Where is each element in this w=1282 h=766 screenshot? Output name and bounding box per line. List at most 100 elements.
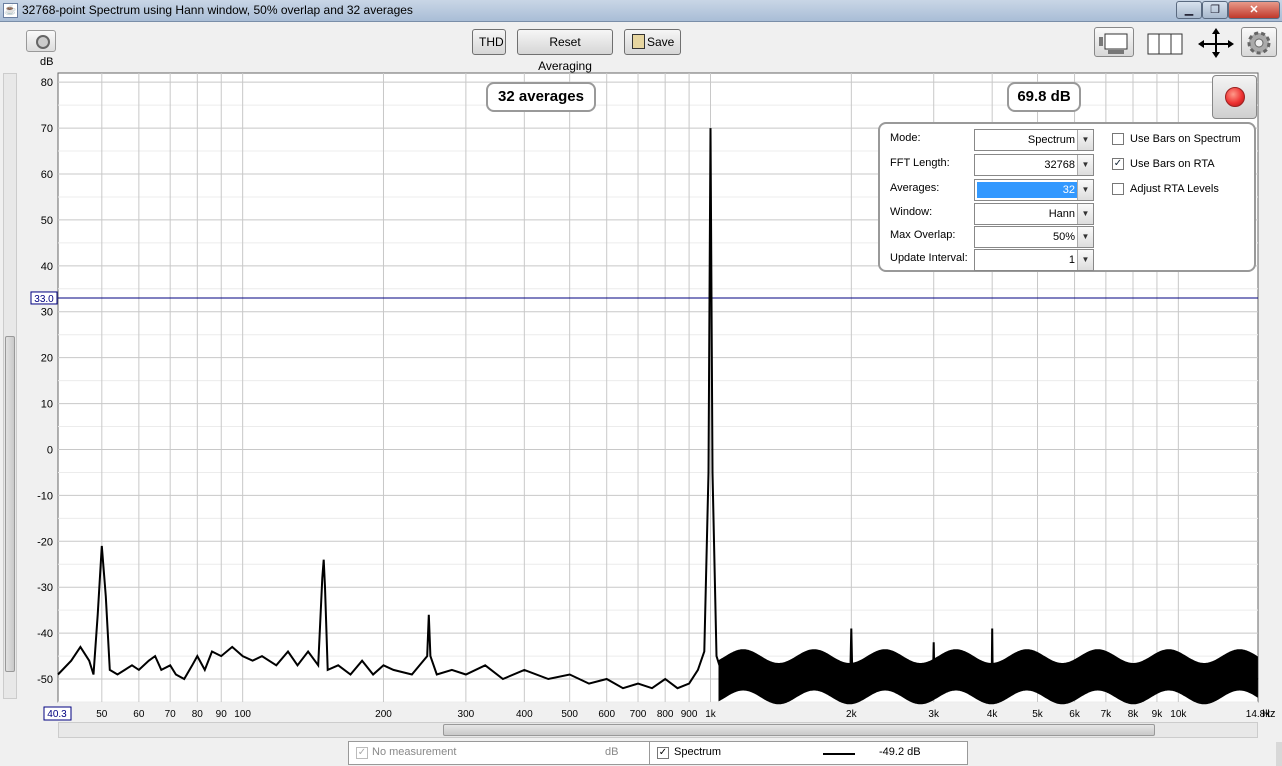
mode-label: Mode: bbox=[890, 132, 921, 144]
averages-select[interactable]: 32 ▼ bbox=[974, 179, 1094, 201]
window-title: 32768-point Spectrum using Hann window, … bbox=[22, 3, 413, 17]
max-overlap-value: 50% bbox=[1052, 231, 1075, 243]
y-tick-label: -10 bbox=[37, 490, 53, 502]
x-tick-label: 500 bbox=[561, 709, 578, 720]
spectrum-value: -49.2 dB bbox=[879, 746, 921, 758]
x-tick-labels: 50 60 70 80 90 100 200 300 400 500 600 700 800 900 1k 2… bbox=[96, 709, 1271, 720]
window-label: Window: bbox=[890, 206, 933, 218]
fft-length-row: FFT Length: 32768 ▼ bbox=[880, 154, 1100, 176]
x-tick-label: 7k bbox=[1101, 709, 1113, 720]
graph-layout-glyph bbox=[1099, 33, 1128, 54]
save-button[interactable]: Save bbox=[624, 29, 681, 55]
averages-value[interactable]: 32 bbox=[977, 182, 1077, 198]
x-start-label: 40.3 bbox=[47, 709, 67, 720]
chevron-down-icon[interactable]: ▼ bbox=[1077, 227, 1093, 247]
checkbox-box[interactable] bbox=[1112, 183, 1124, 195]
vertical-scroll-thumb[interactable] bbox=[5, 336, 15, 672]
x-tick-label: 60 bbox=[133, 709, 145, 720]
mode-select[interactable]: Spectrum ▼ bbox=[974, 129, 1094, 151]
max-overlap-select[interactable]: 50% ▼ bbox=[974, 226, 1094, 248]
fft-length-label: FFT Length: bbox=[890, 157, 950, 169]
update-interval-row: Update Interval: 1 ▼ bbox=[880, 249, 1100, 271]
spectrum-line-swatch bbox=[823, 753, 855, 755]
chevron-down-icon[interactable]: ▼ bbox=[1077, 130, 1093, 150]
checkbox-box[interactable]: ✓ bbox=[1112, 158, 1124, 170]
no-measurement-checkbox[interactable]: ✓ bbox=[356, 747, 368, 759]
fft-length-select[interactable]: 32768 ▼ bbox=[974, 154, 1094, 176]
x-tick-label: 700 bbox=[630, 709, 647, 720]
toolbar: THD Reset Averaging Save bbox=[0, 22, 1282, 73]
gear-glyph bbox=[1247, 31, 1271, 55]
chevron-down-icon[interactable]: ▼ bbox=[1077, 250, 1093, 270]
record-button[interactable] bbox=[1212, 75, 1257, 119]
use-bars-spectrum-label: Use Bars on Spectrum bbox=[1130, 133, 1241, 145]
y-tick-label: 10 bbox=[41, 399, 53, 411]
gear-icon[interactable] bbox=[1241, 27, 1277, 57]
chevron-down-icon[interactable]: ▼ bbox=[1077, 155, 1093, 175]
no-measurement-label: No measurement bbox=[372, 746, 457, 758]
x-tick-label: 70 bbox=[165, 709, 177, 720]
vertical-scrollbar[interactable] bbox=[3, 73, 17, 699]
horizontal-scroll-thumb[interactable] bbox=[443, 724, 1155, 736]
y-tick-label: 60 bbox=[41, 169, 53, 181]
x-tick-label: 5k bbox=[1032, 709, 1044, 720]
window-select[interactable]: Hann ▼ bbox=[974, 203, 1094, 225]
y-tick-label: 70 bbox=[41, 123, 53, 135]
adjust-rta-levels-label: Adjust RTA Levels bbox=[1130, 183, 1219, 195]
graph-layout-icon[interactable] bbox=[1094, 27, 1134, 57]
title-bar: ☕ 32768-point Spectrum using Hann window… bbox=[0, 0, 1282, 22]
save-label: Save bbox=[647, 35, 675, 49]
x-tick-label: 300 bbox=[458, 709, 475, 720]
settings-panel: Mode: Spectrum ▼ FFT Length: 32768 ▼ Avera… bbox=[878, 122, 1256, 272]
horizontal-scrollbar[interactable] bbox=[58, 722, 1258, 738]
y-tick-label: -20 bbox=[37, 536, 53, 548]
y-tick-label: 40 bbox=[41, 261, 53, 273]
y-tick-label: -40 bbox=[37, 628, 53, 640]
checkbox-box[interactable] bbox=[1112, 133, 1124, 145]
x-tick-label: 8k bbox=[1128, 709, 1140, 720]
legend-divider bbox=[649, 742, 650, 764]
x-tick-label: 100 bbox=[234, 709, 251, 720]
close-button[interactable]: ✕ bbox=[1228, 1, 1280, 19]
spectrum-label: Spectrum bbox=[674, 746, 722, 758]
x-tick-label: 6k bbox=[1069, 709, 1081, 720]
chevron-down-icon[interactable]: ▼ bbox=[1077, 204, 1093, 224]
update-interval-select[interactable]: 1 ▼ bbox=[974, 249, 1094, 271]
x-tick-label: 900 bbox=[681, 709, 698, 720]
averages-label: Averages: bbox=[890, 182, 940, 194]
spectrum-checkbox[interactable]: ✓ bbox=[657, 747, 669, 759]
use-bars-rta-label: Use Bars on RTA bbox=[1130, 158, 1215, 170]
chevron-down-icon[interactable]: ▼ bbox=[1077, 180, 1093, 200]
y-axis-unit-label: dB bbox=[40, 56, 54, 68]
averages-readout: 32 averages bbox=[486, 82, 596, 112]
columns-icon[interactable] bbox=[1145, 27, 1185, 57]
x-tick-label: 800 bbox=[657, 709, 674, 720]
pan-arrows-icon[interactable] bbox=[1195, 27, 1235, 58]
y-tick-label: 50 bbox=[41, 215, 53, 227]
x-tick-label: 4k bbox=[987, 709, 999, 720]
mode-value: Spectrum bbox=[1027, 134, 1075, 146]
camera-icon[interactable] bbox=[26, 30, 56, 52]
y-tick-label: 80 bbox=[41, 77, 53, 89]
thd-button[interactable]: THD bbox=[472, 29, 506, 55]
save-icon bbox=[632, 34, 645, 49]
fft-length-value: 32768 bbox=[1044, 159, 1075, 171]
pan-arrows-glyph bbox=[1198, 28, 1234, 58]
y-tick-label: 0 bbox=[47, 444, 53, 456]
no-measurement-unit: dB bbox=[605, 746, 619, 758]
minimize-button[interactable]: ▁ bbox=[1176, 1, 1202, 19]
y-tick-labels: 80 70 60 50 40 30 20 10 0 -10 -20 -30 -40 -50 bbox=[37, 77, 53, 686]
reset-averaging-button[interactable]: Reset Averaging bbox=[517, 29, 613, 73]
x-tick-label: 10k bbox=[1170, 709, 1187, 720]
status-grip bbox=[1276, 742, 1282, 766]
y-tick-label: 20 bbox=[41, 353, 53, 365]
max-overlap-label: Max Overlap: bbox=[890, 229, 956, 241]
x-axis-unit: Hz bbox=[1262, 708, 1275, 720]
x-tick-label: 90 bbox=[216, 709, 228, 720]
y-tick-label: -30 bbox=[37, 582, 53, 594]
maximize-button[interactable]: ❐ bbox=[1202, 1, 1228, 19]
y-tick-label: -50 bbox=[37, 674, 53, 686]
x-tick-label: 3k bbox=[928, 709, 940, 720]
x-tick-label: 600 bbox=[598, 709, 615, 720]
update-interval-label: Update Interval: bbox=[890, 252, 968, 264]
